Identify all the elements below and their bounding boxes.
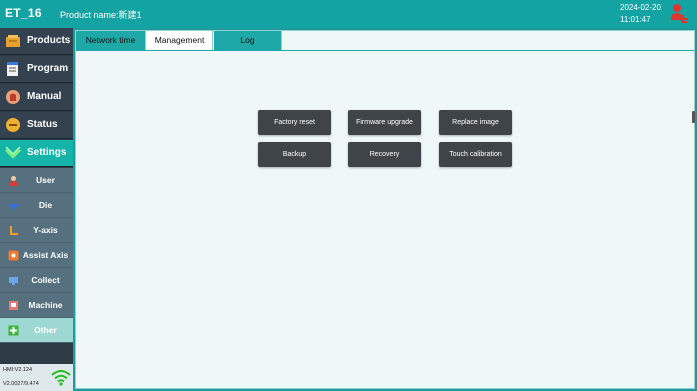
sidebar-subitem-label: User	[36, 175, 55, 185]
sidebar-subitem-label: Y-axis	[33, 225, 58, 235]
sidebar-subitem-label: Assist Axis	[22, 250, 69, 260]
sidebar-subitem-label: Collect	[31, 275, 60, 285]
sidebar-item-products[interactable]: Products	[0, 28, 73, 55]
current-time: 11:01:47	[620, 15, 651, 24]
sidebar-subitem-machine[interactable]: Machine	[0, 293, 73, 318]
manual-icon	[6, 90, 20, 104]
hmi-version: HMI:V2.124	[3, 367, 33, 373]
sidebar-item-label: Manual	[27, 91, 62, 102]
tab-network-time[interactable]: Network time	[76, 31, 146, 50]
tab-management[interactable]: Management	[147, 31, 213, 50]
top-bar: ET_16 Product name:新建1 2024-02-20 11:01:…	[0, 0, 697, 28]
factory-reset-button[interactable]: Factory reset	[258, 110, 331, 135]
status-icon	[6, 118, 20, 132]
firmware-upgrade-button[interactable]: Firmware upgrade	[348, 110, 421, 135]
sidebar-subitem-label: Machine	[28, 300, 63, 310]
replace-image-button[interactable]: Replace image	[439, 110, 512, 135]
sidebar-subitem-die[interactable]: Die	[0, 193, 73, 218]
sidebar-subitem-user[interactable]: User	[0, 168, 73, 193]
firmware-version: V2.0027/9.474	[3, 381, 39, 387]
sidebar-item-label: Settings	[27, 147, 67, 158]
backup-button[interactable]: Backup	[258, 142, 331, 167]
settings-icon	[5, 146, 21, 159]
sidebar-subitem-label: Die	[38, 200, 53, 210]
touch-calibration-button[interactable]: Touch calibration	[439, 142, 512, 167]
wifi-icon	[51, 370, 71, 386]
sidebar-item-program[interactable]: Program	[0, 56, 73, 83]
sidebar-subitem-assist-axis[interactable]: Assist Axis	[0, 243, 73, 268]
sidebar-footer: HMI:V2.124 V2.0027/9.474	[0, 364, 73, 391]
current-date: 2024-02-20	[620, 3, 661, 12]
sidebar-subitem-collect[interactable]: Collect	[0, 268, 73, 293]
tab-log[interactable]: Log	[214, 31, 282, 50]
product-name: Product name:新建1	[60, 10, 142, 20]
scrollbar-handle[interactable]	[692, 111, 695, 123]
app-title: ET_16	[5, 6, 42, 20]
sidebar-item-manual[interactable]: Manual	[0, 84, 73, 111]
sidebar-item-status[interactable]: Status	[0, 112, 73, 139]
tab-underline	[76, 50, 694, 51]
tab-bar: Network time Management Log	[76, 31, 694, 50]
main-panel: Network time Management Log Factory rese…	[75, 30, 695, 389]
recovery-button[interactable]: Recovery	[348, 142, 421, 167]
products-icon	[6, 35, 20, 47]
sidebar: Products Program Manual Status Settings …	[0, 28, 73, 391]
sidebar-subitem-y-axis[interactable]: Y-axis	[0, 218, 73, 243]
user-key-icon[interactable]	[668, 2, 692, 26]
sidebar-subitem-label: Other	[34, 325, 57, 335]
sidebar-subitem-other[interactable]: Other	[0, 318, 73, 343]
sidebar-item-label: Products	[27, 35, 71, 46]
sidebar-item-label: Status	[27, 119, 58, 130]
sidebar-item-settings[interactable]: Settings	[0, 140, 73, 167]
sidebar-item-label: Program	[27, 63, 69, 74]
program-icon	[7, 62, 18, 76]
